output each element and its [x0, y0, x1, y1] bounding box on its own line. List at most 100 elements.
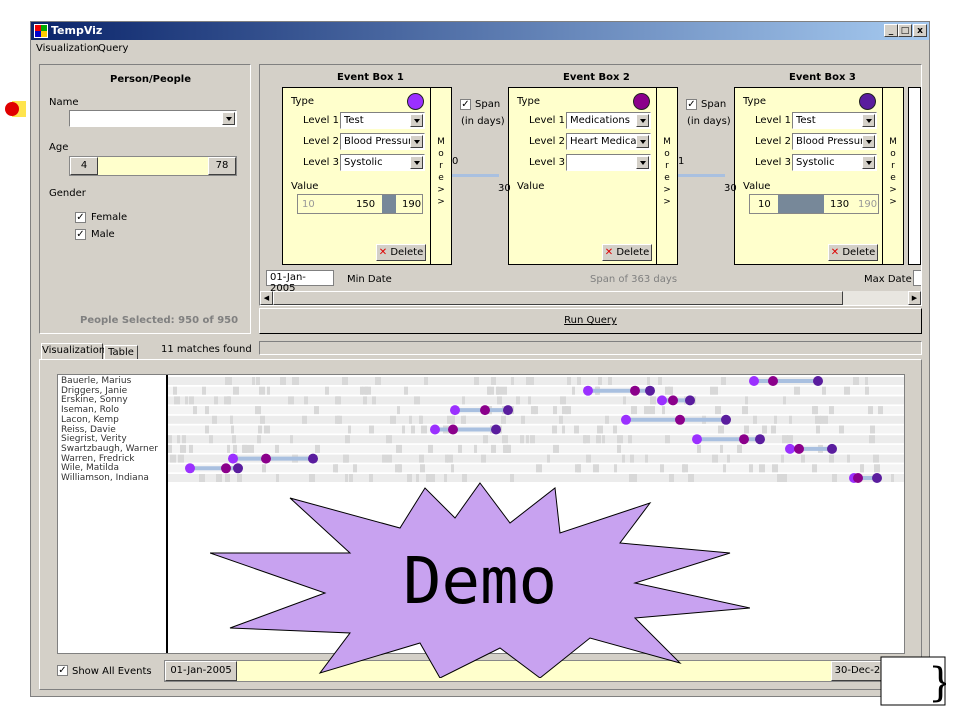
- event-dot[interactable]: [692, 434, 702, 445]
- tab-table[interactable]: Table: [104, 345, 138, 360]
- event-dot[interactable]: [668, 395, 678, 406]
- chevron-down-icon[interactable]: [862, 156, 875, 169]
- level1-combobox[interactable]: Medications: [566, 112, 651, 129]
- patient-name[interactable]: Reiss, Davie: [61, 425, 116, 435]
- male-checkbox[interactable]: ✓: [75, 229, 86, 240]
- female-checkbox[interactable]: ✓: [75, 212, 86, 223]
- event-dot[interactable]: [491, 424, 501, 435]
- event-box-2[interactable]: Type Level 1 Medications Level 2 Heart Medic…: [508, 87, 678, 265]
- type-color-icon[interactable]: [859, 93, 876, 110]
- event-dot[interactable]: [657, 395, 667, 406]
- event-dot[interactable]: [685, 395, 695, 406]
- chevron-down-icon[interactable]: [636, 135, 649, 148]
- event-dot[interactable]: [872, 473, 882, 483]
- menu-query[interactable]: Query: [98, 43, 128, 54]
- minimize-button[interactable]: _: [884, 24, 898, 37]
- event-dot[interactable]: [768, 376, 778, 386]
- menu-visualization[interactable]: Visualization: [36, 43, 99, 54]
- event-dot[interactable]: [621, 414, 631, 425]
- chevron-down-icon[interactable]: [410, 135, 423, 148]
- event-dot[interactable]: [827, 443, 837, 454]
- event-dot[interactable]: [583, 385, 593, 396]
- more-toggle[interactable]: Mo r e > >: [882, 87, 904, 265]
- timeline-row[interactable]: [168, 415, 904, 424]
- chevron-down-icon[interactable]: [222, 112, 235, 125]
- span-checkbox[interactable]: ✓: [686, 99, 697, 110]
- chevron-down-icon[interactable]: [410, 114, 423, 127]
- value-range-slider[interactable]: 10 150 190: [297, 194, 423, 214]
- patient-name[interactable]: Warren, Fredrick: [61, 454, 134, 464]
- event-dot[interactable]: [233, 463, 243, 474]
- close-button[interactable]: x: [913, 24, 927, 37]
- event-dot[interactable]: [261, 453, 271, 464]
- scroll-left-icon[interactable]: ◀: [260, 291, 273, 305]
- event-dot[interactable]: [228, 453, 238, 464]
- chevron-down-icon[interactable]: [636, 114, 649, 127]
- event-dot[interactable]: [813, 376, 823, 386]
- event-dot[interactable]: [448, 424, 458, 435]
- event-dot[interactable]: [853, 473, 863, 483]
- level3-combobox[interactable]: [566, 154, 651, 171]
- event-dot[interactable]: [450, 405, 460, 416]
- age-max-handle[interactable]: 78: [208, 157, 236, 175]
- horizontal-scrollbar[interactable]: ◀ ▶: [260, 291, 921, 305]
- level1-combobox[interactable]: Test: [792, 112, 877, 129]
- event-dot[interactable]: [645, 385, 655, 396]
- chevron-down-icon[interactable]: [410, 156, 423, 169]
- min-date-field[interactable]: 01-Jan-2005: [266, 270, 334, 294]
- value-handle[interactable]: [778, 195, 824, 213]
- patient-name[interactable]: Iseman, Rolo: [61, 405, 119, 415]
- level2-combobox[interactable]: Heart Medicatio: [566, 133, 651, 150]
- level2-combobox[interactable]: Blood Pressure: [792, 133, 877, 150]
- timeline-row[interactable]: [168, 435, 904, 444]
- scroll-right-icon[interactable]: ▶: [908, 291, 921, 305]
- span-checkbox[interactable]: ✓: [460, 99, 471, 110]
- age-min-handle[interactable]: 4: [70, 157, 98, 175]
- chevron-down-icon[interactable]: [862, 135, 875, 148]
- patient-name[interactable]: Bauerle, Marius: [61, 376, 131, 386]
- event-dot[interactable]: [503, 405, 513, 416]
- patient-name[interactable]: Lacon, Kemp: [61, 415, 119, 425]
- type-color-icon[interactable]: [633, 93, 650, 110]
- event-dot[interactable]: [755, 434, 765, 445]
- show-all-events-checkbox[interactable]: ✓: [57, 665, 68, 676]
- event-dot[interactable]: [480, 405, 490, 416]
- delete-button[interactable]: ✕ Delete: [828, 244, 878, 261]
- patient-name[interactable]: Driggers, Janie: [61, 386, 127, 396]
- event-dot[interactable]: [185, 463, 195, 474]
- name-combobox[interactable]: [69, 110, 237, 127]
- timeline-row[interactable]: [168, 396, 904, 405]
- tab-visualization[interactable]: Visualization: [41, 343, 105, 360]
- timeline-row[interactable]: [168, 386, 904, 395]
- chevron-down-icon[interactable]: [862, 114, 875, 127]
- level1-combobox[interactable]: Test: [340, 112, 425, 129]
- event-box-3[interactable]: Type Level 1 Test Level 2 Blood Pressure Leve…: [734, 87, 904, 265]
- event-dot[interactable]: [785, 443, 795, 454]
- chevron-down-icon[interactable]: [636, 156, 649, 169]
- max-date-field[interactable]: [913, 270, 921, 286]
- event-dot[interactable]: [630, 385, 640, 396]
- delete-button[interactable]: ✕ Delete: [602, 244, 652, 261]
- scroll-thumb[interactable]: [273, 291, 843, 305]
- value-handle[interactable]: [382, 195, 396, 213]
- event-dot[interactable]: [794, 443, 804, 454]
- level2-combobox[interactable]: Blood Pressure: [340, 133, 425, 150]
- more-toggle[interactable]: Mo r e > >: [656, 87, 678, 265]
- maximize-button[interactable]: □: [898, 24, 912, 37]
- timeline-row[interactable]: [168, 425, 904, 434]
- age-range-slider[interactable]: 4 78: [69, 156, 237, 176]
- patient-name[interactable]: Williamson, Indiana: [61, 473, 149, 483]
- event-dot[interactable]: [221, 463, 231, 474]
- event-dot[interactable]: [308, 453, 318, 464]
- level3-combobox[interactable]: Systolic: [792, 154, 877, 171]
- patient-name[interactable]: Erskine, Sonny: [61, 395, 128, 405]
- type-color-icon[interactable]: [407, 93, 424, 110]
- more-toggle[interactable]: Mo r e > >: [430, 87, 452, 265]
- title-bar[interactable]: TempViz _ □ x: [31, 22, 929, 40]
- event-box-1[interactable]: Type Level 1 Test Level 2 Blood Pressure Leve…: [282, 87, 452, 265]
- run-query-button[interactable]: Run Query: [259, 308, 922, 334]
- patient-name[interactable]: Wile, Matilda: [61, 463, 119, 473]
- event-dot[interactable]: [430, 424, 440, 435]
- patient-name[interactable]: Siegrist, Verity: [61, 434, 127, 444]
- event-dot[interactable]: [739, 434, 749, 445]
